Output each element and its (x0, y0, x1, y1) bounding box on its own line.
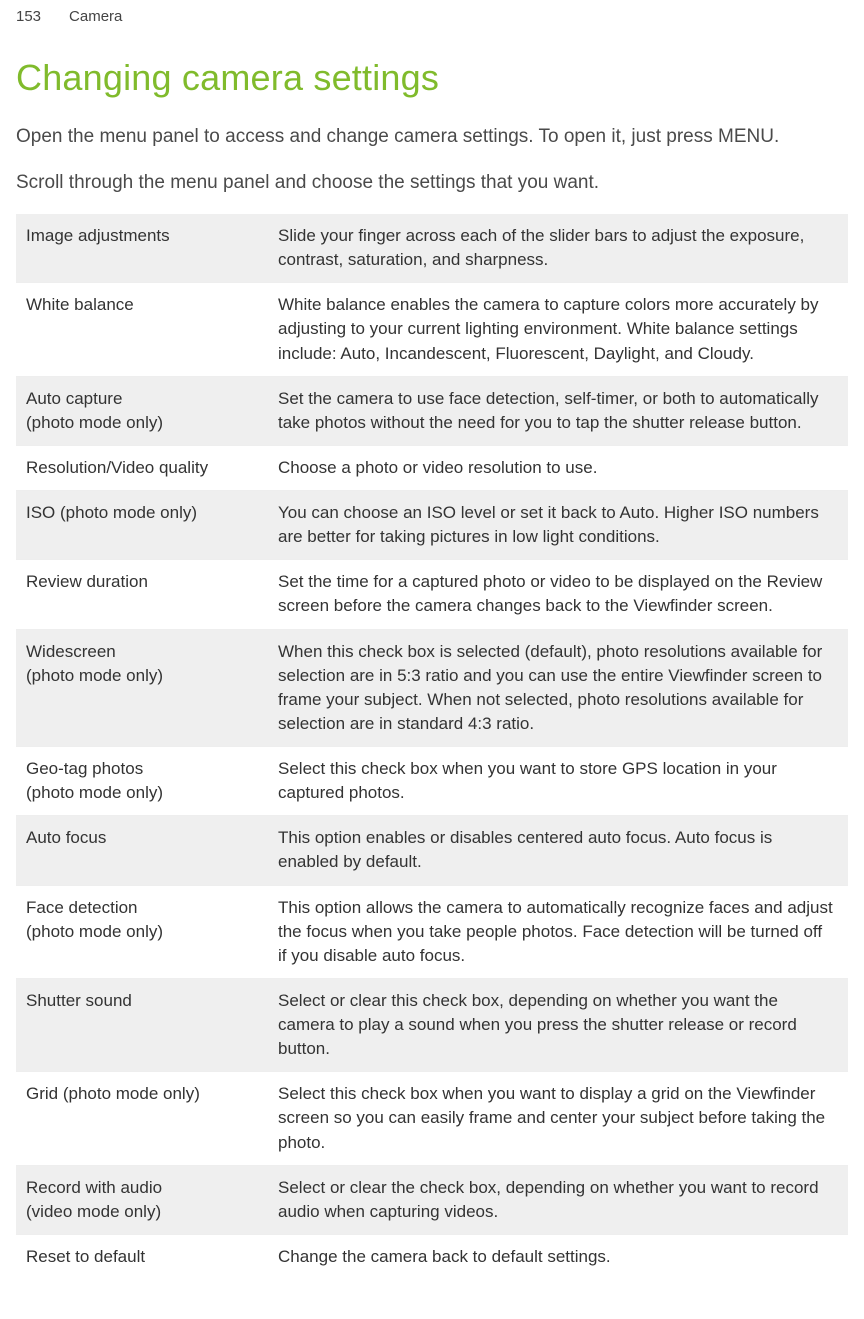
setting-description: Select this check box when you want to s… (268, 747, 848, 816)
setting-description: Set the time for a captured photo or vid… (268, 560, 848, 629)
section-name: Camera (69, 8, 122, 25)
setting-sublabel: (photo mode only) (26, 922, 163, 941)
setting-sublabel: (video mode only) (26, 1202, 161, 1221)
setting-label: Shutter sound (26, 991, 132, 1010)
setting-description: You can choose an ISO level or set it ba… (268, 491, 848, 560)
setting-label: Reset to default (26, 1247, 145, 1266)
setting-description: White balance enables the camera to capt… (268, 283, 848, 376)
setting-label-cell: Auto focus (16, 816, 268, 885)
running-header: 153 Camera (16, 0, 848, 25)
table-row: White balance White balance enables the c… (16, 283, 848, 376)
setting-sublabel: (photo mode only) (26, 413, 163, 432)
table-row: ISO (photo mode only) You can choose an I… (16, 491, 848, 560)
setting-label: White balance (26, 295, 134, 314)
setting-label: Auto focus (26, 828, 106, 847)
setting-label-cell: Auto capture (photo mode only) (16, 376, 268, 445)
setting-label: Grid (photo mode only) (26, 1084, 200, 1103)
setting-label-cell: White balance (16, 283, 268, 376)
page-title: Changing camera settings (16, 57, 848, 99)
setting-description: Select this check box when you want to d… (268, 1072, 848, 1165)
setting-description: This option enables or disables centered… (268, 816, 848, 885)
setting-sublabel: (photo mode only) (26, 666, 163, 685)
setting-label: Review duration (26, 572, 148, 591)
table-row: Resolution/Video quality Choose a photo o… (16, 445, 848, 490)
table-row: Review duration Set the time for a captur… (16, 560, 848, 629)
setting-label: Widescreen (26, 642, 116, 661)
table-row: Shutter sound Select or clear this check … (16, 978, 848, 1071)
table-row: Reset to default Change the camera back t… (16, 1234, 848, 1279)
setting-label: Geo-tag photos (26, 759, 143, 778)
setting-label-cell: Review duration (16, 560, 268, 629)
setting-label-cell: ISO (photo mode only) (16, 491, 268, 560)
setting-label-cell: Reset to default (16, 1234, 268, 1279)
table-row: Image adjustments Slide your finger acros… (16, 214, 848, 283)
setting-label-cell: Widescreen (photo mode only) (16, 629, 268, 747)
setting-description: Change the camera back to default settin… (268, 1234, 848, 1279)
setting-label-cell: Face detection (photo mode only) (16, 885, 268, 978)
setting-label: Resolution/Video quality (26, 458, 208, 477)
setting-description: Choose a photo or video resolution to us… (268, 445, 848, 490)
intro-paragraph-1: Open the menu panel to access and change… (16, 123, 848, 151)
intro-paragraph-2: Scroll through the menu panel and choose… (16, 169, 848, 197)
page-number: 153 (16, 8, 41, 25)
table-row: Auto capture (photo mode only) Set the cam… (16, 376, 848, 445)
setting-label-cell: Shutter sound (16, 978, 268, 1071)
table-row: Auto focus This option enables or disable… (16, 816, 848, 885)
table-row: Geo-tag photos (photo mode only) Select th… (16, 747, 848, 816)
table-row: Grid (photo mode only) Select this check … (16, 1072, 848, 1165)
setting-label-cell: Geo-tag photos (photo mode only) (16, 747, 268, 816)
table-row: Face detection (photo mode only) This opti… (16, 885, 848, 978)
setting-label: Face detection (26, 898, 138, 917)
setting-description: Select or clear this check box, dependin… (268, 978, 848, 1071)
page: 153 Camera Changing camera settings Open… (0, 0, 864, 1319)
setting-label-cell: Grid (photo mode only) (16, 1072, 268, 1165)
setting-description: This option allows the camera to automat… (268, 885, 848, 978)
setting-label: Image adjustments (26, 226, 170, 245)
setting-label: Auto capture (26, 389, 122, 408)
setting-label-cell: Resolution/Video quality (16, 445, 268, 490)
setting-label: Record with audio (26, 1178, 162, 1197)
setting-label: ISO (photo mode only) (26, 503, 197, 522)
setting-description: Set the camera to use face detection, se… (268, 376, 848, 445)
setting-sublabel: (photo mode only) (26, 783, 163, 802)
setting-description: When this check box is selected (default… (268, 629, 848, 747)
settings-table: Image adjustments Slide your finger acros… (16, 214, 848, 1279)
setting-description: Slide your finger across each of the sli… (268, 214, 848, 283)
table-row: Widescreen (photo mode only) When this che… (16, 629, 848, 747)
setting-label-cell: Image adjustments (16, 214, 268, 283)
